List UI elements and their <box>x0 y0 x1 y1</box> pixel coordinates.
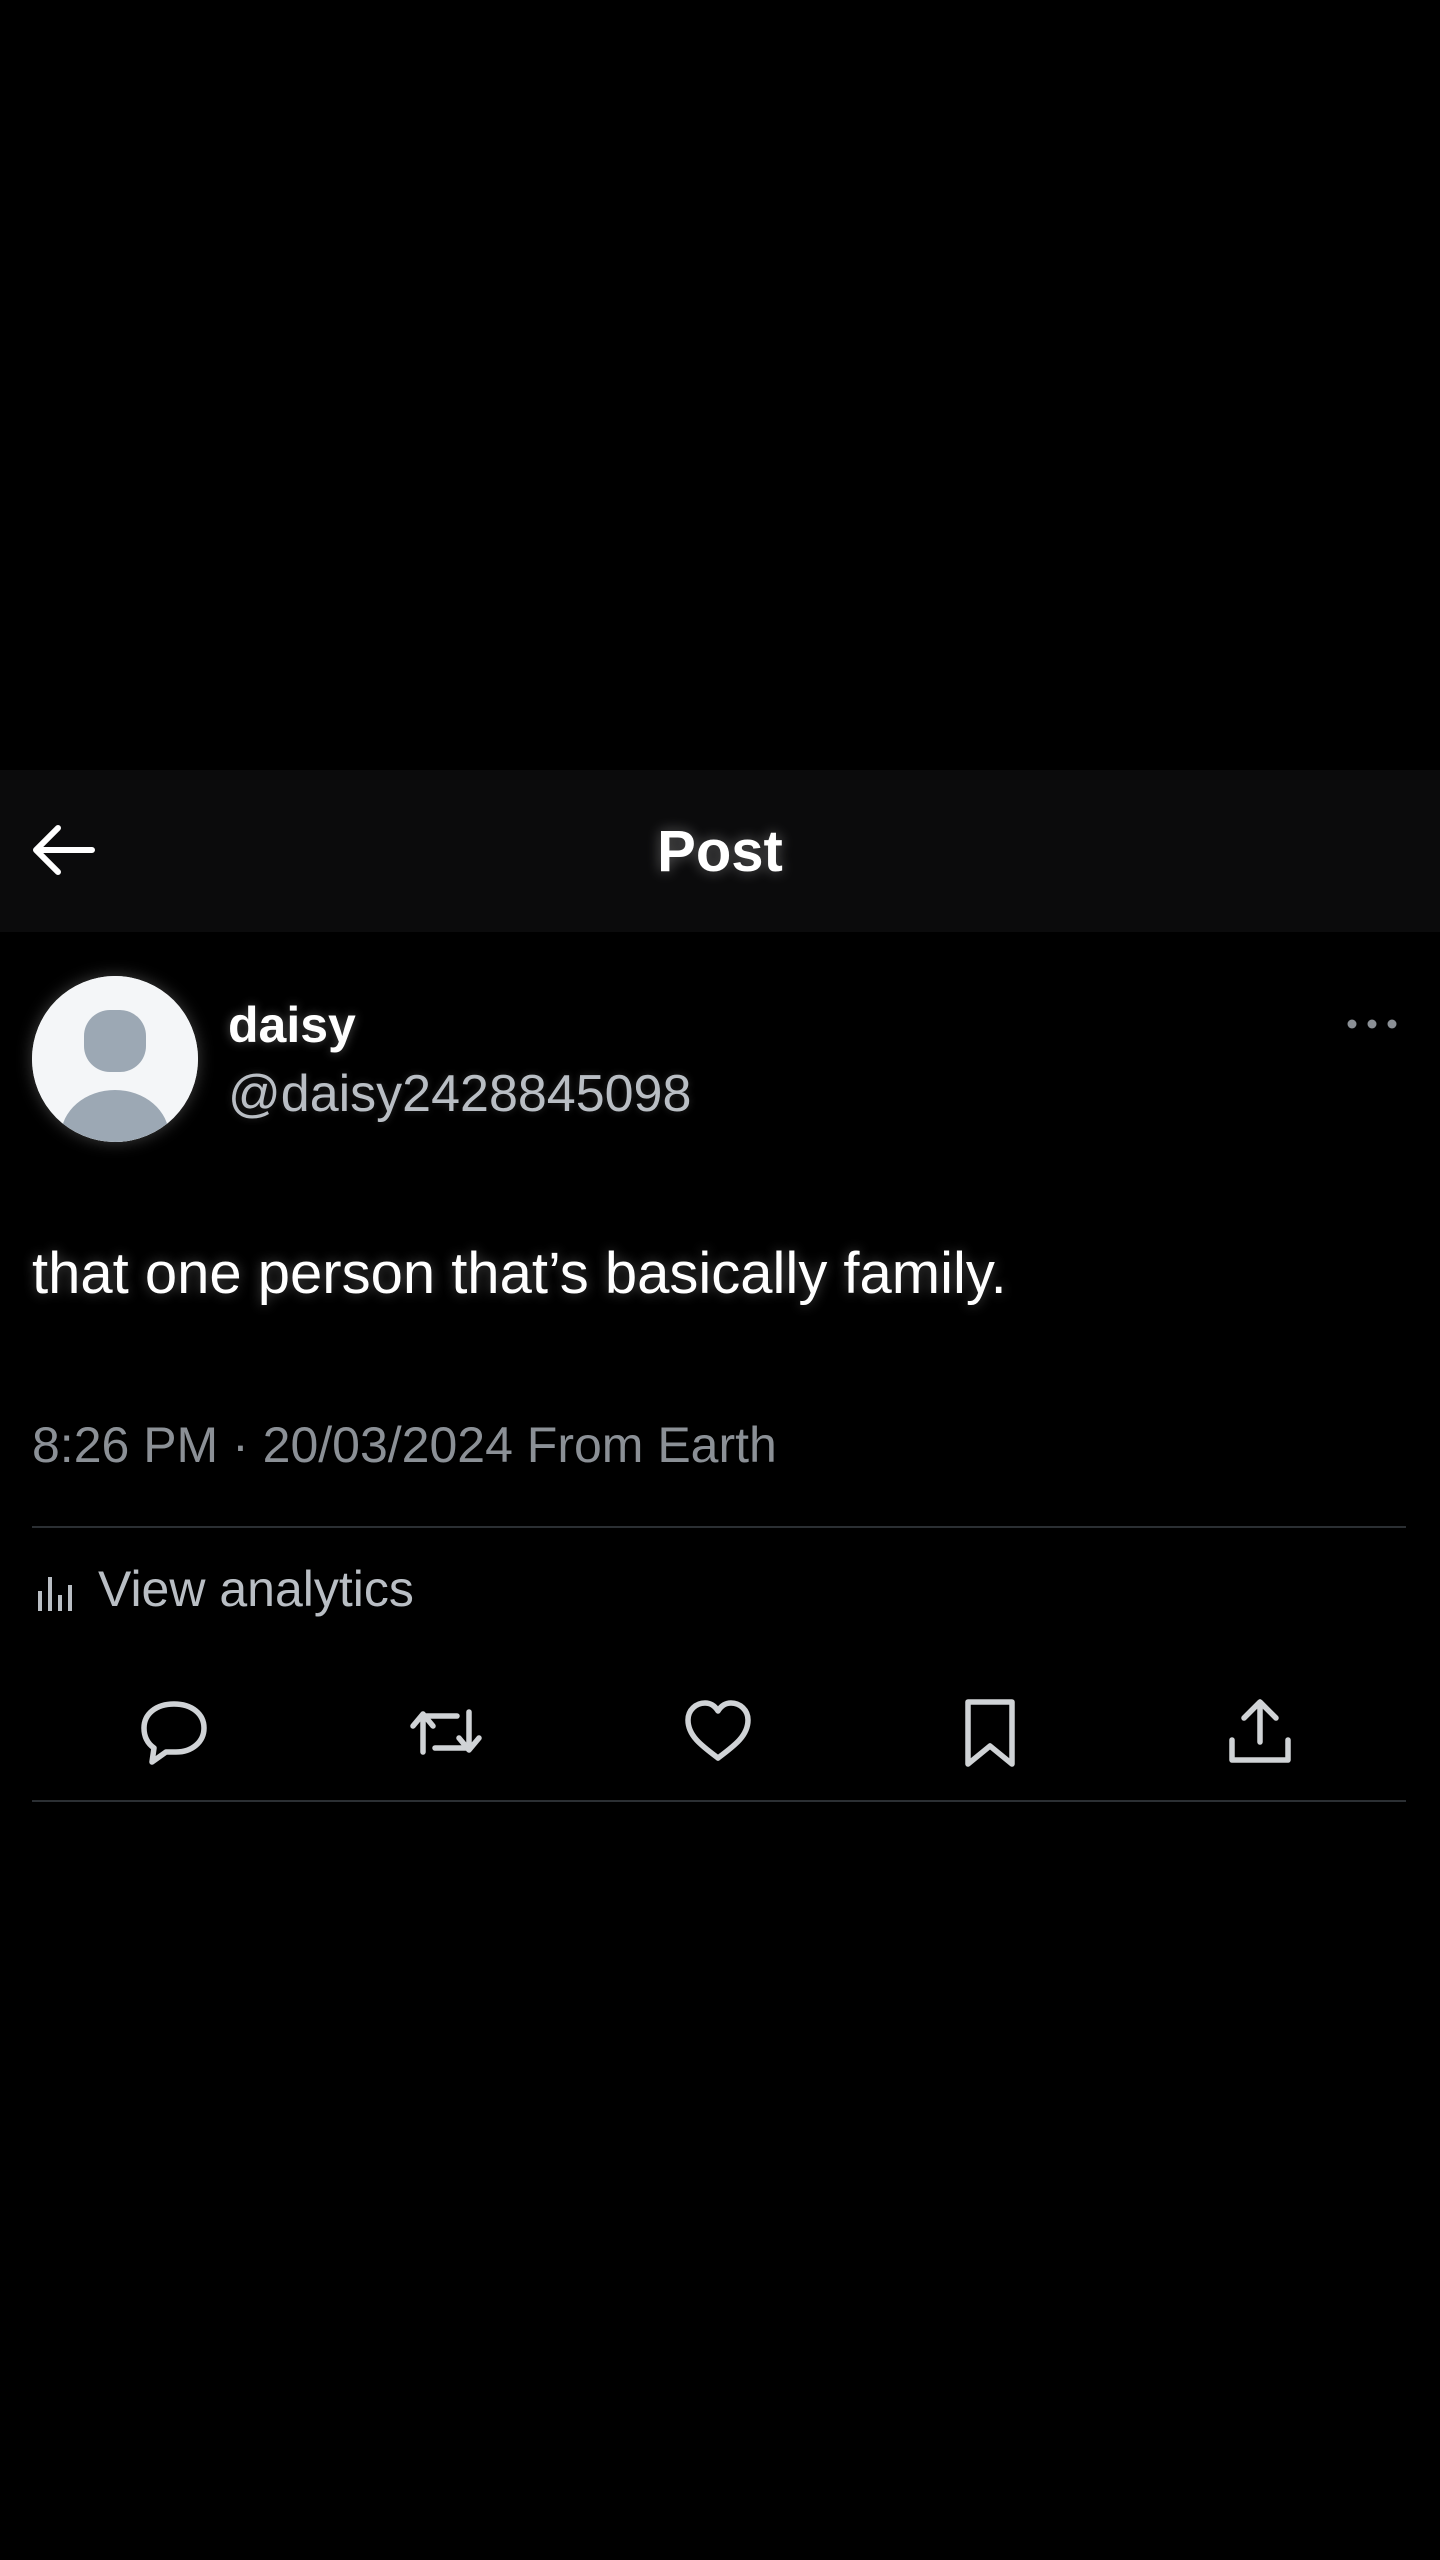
bar-chart-icon <box>38 1577 72 1611</box>
bookmark-icon <box>965 1699 1015 1767</box>
more-horizontal-icon <box>1347 1019 1397 1029</box>
share-icon <box>1229 1699 1291 1763</box>
reply-icon <box>141 1701 207 1765</box>
action-bar <box>0 1682 1440 1782</box>
like-button[interactable] <box>668 1682 768 1782</box>
view-analytics-link[interactable]: View analytics <box>32 1554 414 1624</box>
more-button[interactable] <box>1336 1004 1408 1044</box>
top-bar: Post <box>0 770 1440 932</box>
share-button[interactable] <box>1210 1682 1310 1782</box>
post-text: that one person that’s basically family. <box>32 1241 1007 1306</box>
avatar[interactable] <box>32 976 198 1142</box>
divider <box>32 1526 1406 1528</box>
author-handle[interactable]: @daisy2428845098 <box>228 1064 691 1124</box>
post-timestamp: 8:26 PM · 20/03/2024 From Earth <box>32 1417 777 1473</box>
default-avatar-icon <box>32 976 198 1142</box>
bookmark-button[interactable] <box>940 1682 1040 1782</box>
page-title: Post <box>657 819 783 884</box>
divider <box>32 1800 1406 1802</box>
repost-button[interactable] <box>396 1682 496 1782</box>
heart-icon <box>685 1700 751 1761</box>
reply-button[interactable] <box>124 1682 224 1782</box>
repost-icon <box>410 1709 482 1755</box>
view-analytics-label: View analytics <box>98 1561 414 1617</box>
author-name[interactable]: daisy <box>228 996 356 1054</box>
